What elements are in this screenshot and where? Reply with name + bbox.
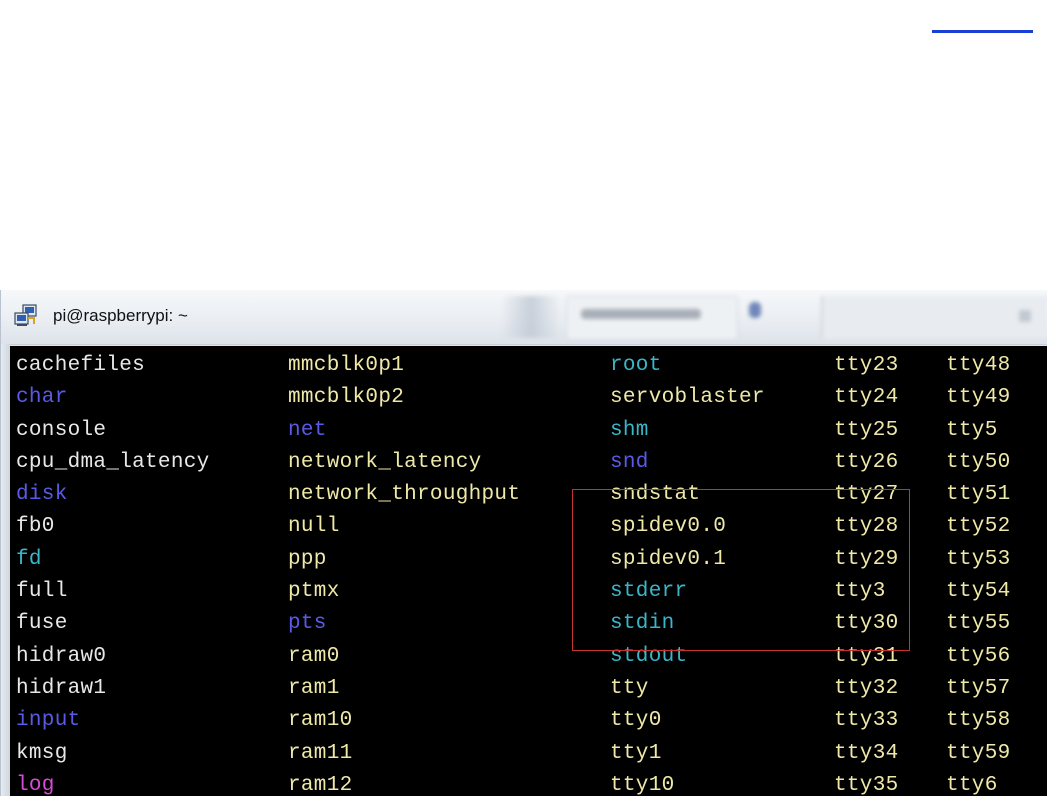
device-entry: tty1 bbox=[610, 741, 662, 765]
device-entry: tty10 bbox=[610, 773, 675, 796]
device-entry: tty26 bbox=[834, 450, 899, 474]
device-entry: ram1 bbox=[288, 676, 340, 700]
device-entry: tty6 bbox=[946, 773, 998, 796]
device-entry: null bbox=[288, 515, 340, 539]
device-entry: tty49 bbox=[946, 386, 1011, 410]
device-entry: ram11 bbox=[288, 741, 353, 765]
device-entry: fd bbox=[16, 547, 42, 571]
device-entry: shm bbox=[610, 418, 649, 442]
device-entry: log bbox=[16, 773, 55, 796]
device-entry: tty bbox=[610, 676, 649, 700]
putty-icon bbox=[14, 304, 40, 328]
device-entry: cpu_dma_latency bbox=[16, 450, 210, 474]
device-entry: tty32 bbox=[834, 676, 899, 700]
device-entry: tty50 bbox=[946, 450, 1011, 474]
device-entry: fb0 bbox=[16, 515, 55, 539]
blurred-pin-icon bbox=[743, 296, 769, 338]
device-entry: ram12 bbox=[288, 773, 353, 796]
spidev-highlight-box bbox=[572, 489, 910, 651]
device-entry: ram10 bbox=[288, 709, 353, 733]
device-entry: tty23 bbox=[834, 354, 899, 377]
window-left-edge bbox=[1, 344, 10, 796]
device-entry: tty35 bbox=[834, 773, 899, 796]
window-titlebar[interactable]: pi@raspberrypi: ~ bbox=[1, 290, 1047, 345]
device-entry: snd bbox=[610, 450, 649, 474]
window-title: pi@raspberrypi: ~ bbox=[53, 306, 188, 325]
device-entry: tty58 bbox=[946, 709, 1011, 733]
device-entry: ram0 bbox=[288, 644, 340, 668]
device-entry: tty53 bbox=[946, 547, 1011, 571]
blurred-taskbar-region bbox=[501, 296, 561, 338]
device-entry: tty5 bbox=[946, 418, 998, 442]
device-entry: tty54 bbox=[946, 580, 1011, 604]
device-entry: network_throughput bbox=[288, 483, 521, 507]
device-entry: disk bbox=[16, 483, 68, 507]
top-link-underline[interactable] bbox=[932, 30, 1033, 33]
device-entry: network_latency bbox=[288, 450, 482, 474]
device-entry: mmcblk0p2 bbox=[288, 386, 405, 410]
device-entry: cachefiles bbox=[16, 354, 146, 377]
device-entry: tty24 bbox=[834, 386, 899, 410]
device-entry: root bbox=[610, 354, 662, 377]
device-entry: tty56 bbox=[946, 644, 1011, 668]
device-entry: tty52 bbox=[946, 515, 1011, 539]
terminal-output[interactable]: cachefiles mmcblk0p1 root tty23 tty48 char mmc… bbox=[10, 346, 1047, 796]
device-entry: tty48 bbox=[946, 354, 1011, 377]
device-entry: tty0 bbox=[610, 709, 662, 733]
device-entry: mmcblk0p1 bbox=[288, 354, 405, 377]
device-entry: ptmx bbox=[288, 580, 340, 604]
device-entry: tty55 bbox=[946, 612, 1011, 636]
device-entry: servoblaster bbox=[610, 386, 765, 410]
device-entry: input bbox=[16, 709, 81, 733]
device-entry: hidraw0 bbox=[16, 644, 107, 668]
device-entry: fuse bbox=[16, 612, 68, 636]
blurred-window-tab bbox=[566, 296, 738, 340]
blurred-background-window bbox=[821, 296, 1047, 338]
device-entry: net bbox=[288, 418, 327, 442]
device-entry: tty59 bbox=[946, 741, 1011, 765]
device-entry: kmsg bbox=[16, 741, 68, 765]
device-entry: pts bbox=[288, 612, 327, 636]
device-entry: tty51 bbox=[946, 483, 1011, 507]
device-entry: char bbox=[16, 386, 68, 410]
device-entry: tty33 bbox=[834, 709, 899, 733]
device-entry: tty57 bbox=[946, 676, 1011, 700]
device-entry: tty34 bbox=[834, 741, 899, 765]
device-entry: console bbox=[16, 418, 107, 442]
device-entry: tty25 bbox=[834, 418, 899, 442]
device-entry: hidraw1 bbox=[16, 676, 107, 700]
device-entry: full bbox=[16, 580, 68, 604]
device-entry: ppp bbox=[288, 547, 327, 571]
putty-window: pi@raspberrypi: ~ cachefiles mmcblk0p1 roo… bbox=[0, 290, 1047, 796]
